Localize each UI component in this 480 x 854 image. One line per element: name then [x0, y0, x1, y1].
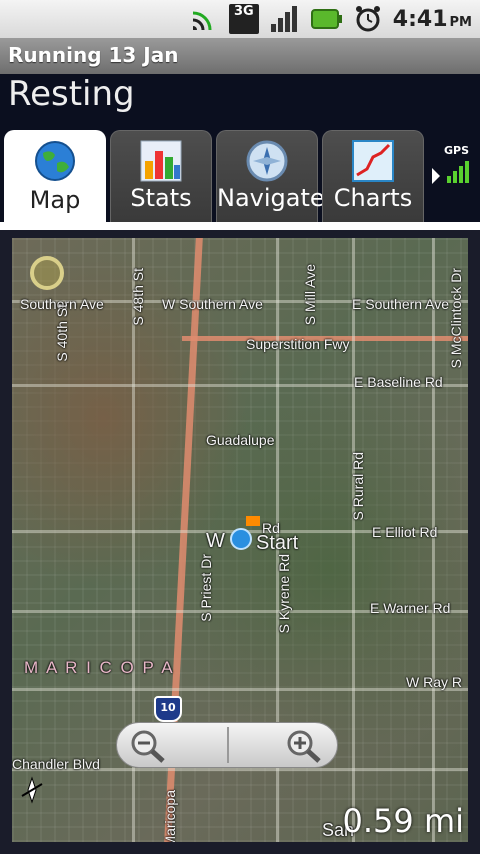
gps-indicator[interactable]: GPS: [432, 140, 476, 190]
map-label: Chandler Blvd: [12, 756, 100, 772]
map-label: Superstition Fwy: [246, 336, 350, 352]
tab-charts[interactable]: Charts: [322, 130, 424, 222]
road: [352, 238, 355, 842]
tab-divider: [0, 222, 480, 230]
tab-map-label: Map: [29, 186, 81, 214]
gps-label: GPS: [444, 144, 470, 157]
road: [432, 238, 435, 842]
interstate-number: 10: [160, 701, 176, 714]
zoom-out-button[interactable]: [117, 723, 227, 767]
status-bar: 3G 4:41 PM: [0, 0, 480, 38]
globe-icon: [35, 141, 75, 181]
tab-navigate[interactable]: Navigate: [216, 130, 325, 222]
scroll-right-arrow-icon: [432, 168, 440, 184]
current-location-marker: [230, 528, 252, 550]
map-label: E Elliot Rd: [372, 524, 438, 540]
wifi-icon: [192, 11, 212, 31]
map-label: W Ray R: [406, 674, 462, 690]
map-view[interactable]: Southern Ave W Southern Ave E Southern A…: [12, 238, 468, 842]
tab-stats-label: Stats: [130, 184, 192, 212]
map-frame: Southern Ave W Southern Ave E Southern A…: [0, 230, 480, 854]
tab-map[interactable]: Map: [4, 130, 106, 224]
signal-icon: [270, 6, 297, 32]
zoom-out-icon: [131, 730, 165, 763]
start-flag-icon: [246, 516, 260, 526]
tab-charts-label: Charts: [333, 184, 413, 212]
gps-signal-icon: [447, 161, 469, 183]
clock-ampm: PM: [449, 14, 472, 30]
map-label: E Warner Rd: [370, 600, 451, 616]
map-scale: 0.59 mi: [342, 802, 464, 840]
map-label: S Rural Rd: [350, 452, 366, 521]
map-label: S Priest Dr: [198, 554, 214, 622]
road: [12, 688, 468, 691]
map-label: S 48th St: [130, 268, 146, 326]
zoom-in-icon: [287, 730, 321, 763]
network-type: 3G: [233, 4, 254, 19]
map-label: S Mill Ave: [302, 264, 318, 326]
interstate-shield-icon: 10: [154, 696, 182, 722]
map-label: W Southern Ave: [162, 296, 263, 312]
zoom-in-button[interactable]: [227, 723, 337, 767]
zoom-controls: [116, 722, 338, 768]
gps-accuracy-marker: [30, 256, 64, 290]
start-label: Start: [256, 532, 299, 554]
compass-icon: [246, 140, 288, 182]
activity-header: Resting: [0, 74, 480, 130]
map-label: Guadalupe: [206, 432, 275, 448]
line-chart-icon: [352, 140, 394, 182]
clock-time: 4:41: [392, 6, 448, 32]
map-label: S 40th St: [54, 304, 70, 362]
map-label: Maricopa: [162, 790, 178, 842]
clock: 4:41 PM: [393, 7, 472, 32]
map-label: E Southern Ave: [352, 296, 450, 312]
map-label: S Kyrene Rd: [276, 554, 292, 634]
activity-state: Resting: [8, 74, 135, 114]
tab-navigate-label: Navigate: [217, 184, 325, 212]
map-label: W: [206, 530, 225, 552]
tab-bar: Map Stats Navigate Charts: [0, 130, 480, 224]
alarm-icon: [355, 6, 380, 32]
map-region-label: M A R I C O P A: [24, 658, 175, 677]
battery-icon: [310, 9, 342, 29]
map-label: S McClintock Dr: [448, 268, 464, 369]
tab-stats[interactable]: Stats: [110, 130, 212, 222]
north-arrow-icon: [21, 776, 43, 804]
map-label: E Baseline Rd: [354, 374, 443, 390]
title-bar: Running 13 Jan: [0, 38, 480, 74]
app-title: Running 13 Jan: [8, 43, 179, 67]
network-type-icon: 3G: [228, 4, 259, 34]
bar-chart-icon: [140, 140, 182, 182]
